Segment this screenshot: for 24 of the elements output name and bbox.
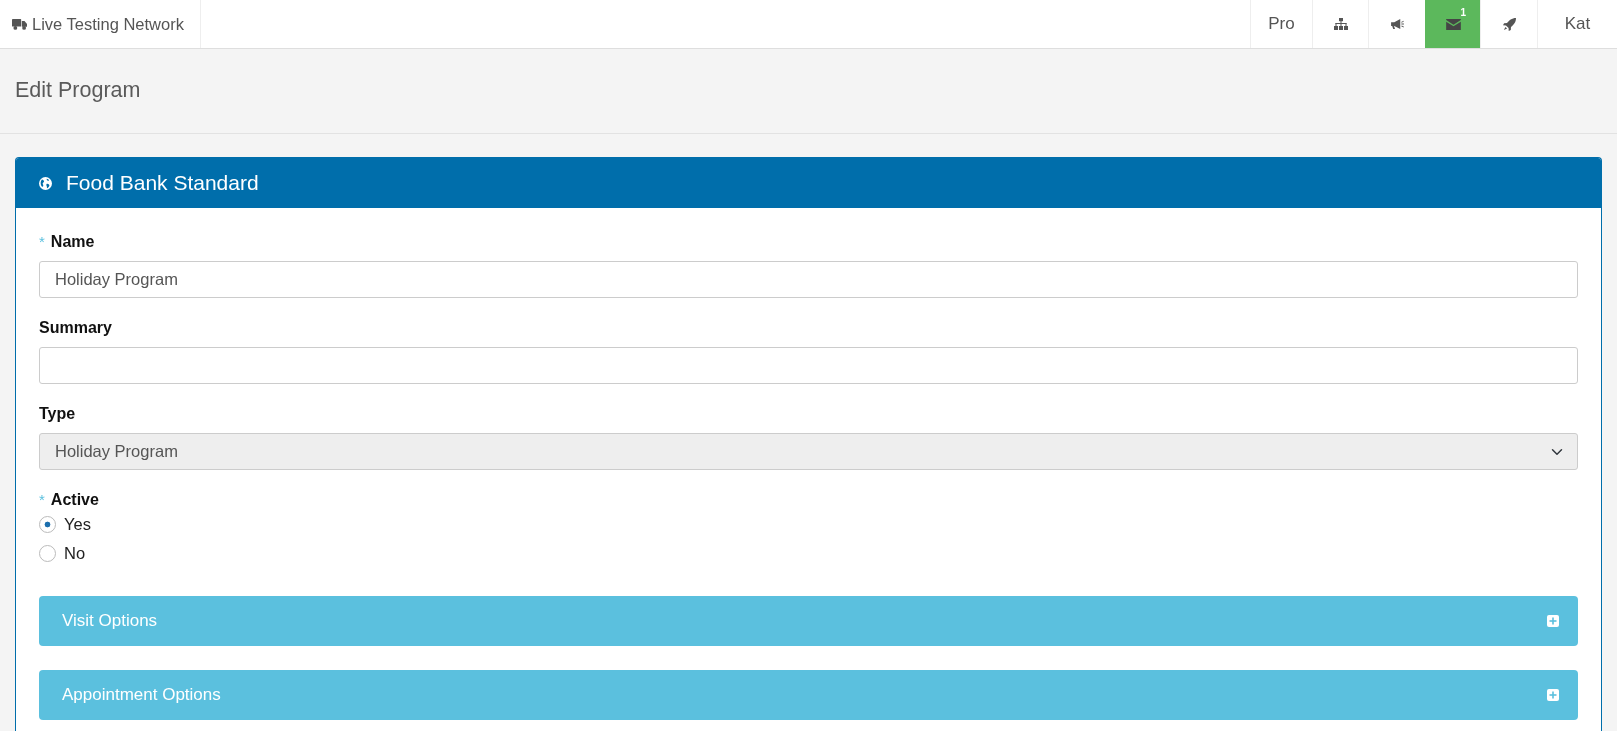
- text-input[interactable]: Holiday Program: [39, 261, 1578, 298]
- field-label: Summary: [39, 318, 112, 338]
- field-label: Type: [39, 404, 76, 424]
- envelope-icon: [1445, 18, 1461, 30]
- radio-option-label: Yes: [64, 514, 91, 536]
- required-marker: *: [39, 232, 45, 252]
- globe-icon: [39, 176, 52, 190]
- rocket-icon: [1502, 17, 1516, 31]
- truck-icon: [12, 18, 27, 30]
- unread-count-label: 1: [1460, 8, 1466, 18]
- text-input[interactable]: [39, 347, 1578, 384]
- org-chart-icon: [1333, 18, 1348, 30]
- brand-link[interactable]: Live Testing Network: [0, 0, 201, 48]
- megaphone-icon: [1390, 18, 1404, 30]
- card-title: Food Bank Standard: [66, 170, 259, 197]
- page-title: Edit Program: [15, 78, 141, 104]
- required-marker: *: [39, 490, 45, 510]
- pro-link[interactable]: Pro: [1250, 0, 1312, 48]
- radio-button[interactable]: [39, 516, 56, 533]
- field-label: Active: [50, 490, 99, 510]
- field-label: Name: [50, 232, 95, 252]
- radio-option-label: No: [64, 543, 86, 565]
- user-menu-link[interactable]: Kat: [1537, 0, 1617, 48]
- radio-button[interactable]: [39, 545, 56, 562]
